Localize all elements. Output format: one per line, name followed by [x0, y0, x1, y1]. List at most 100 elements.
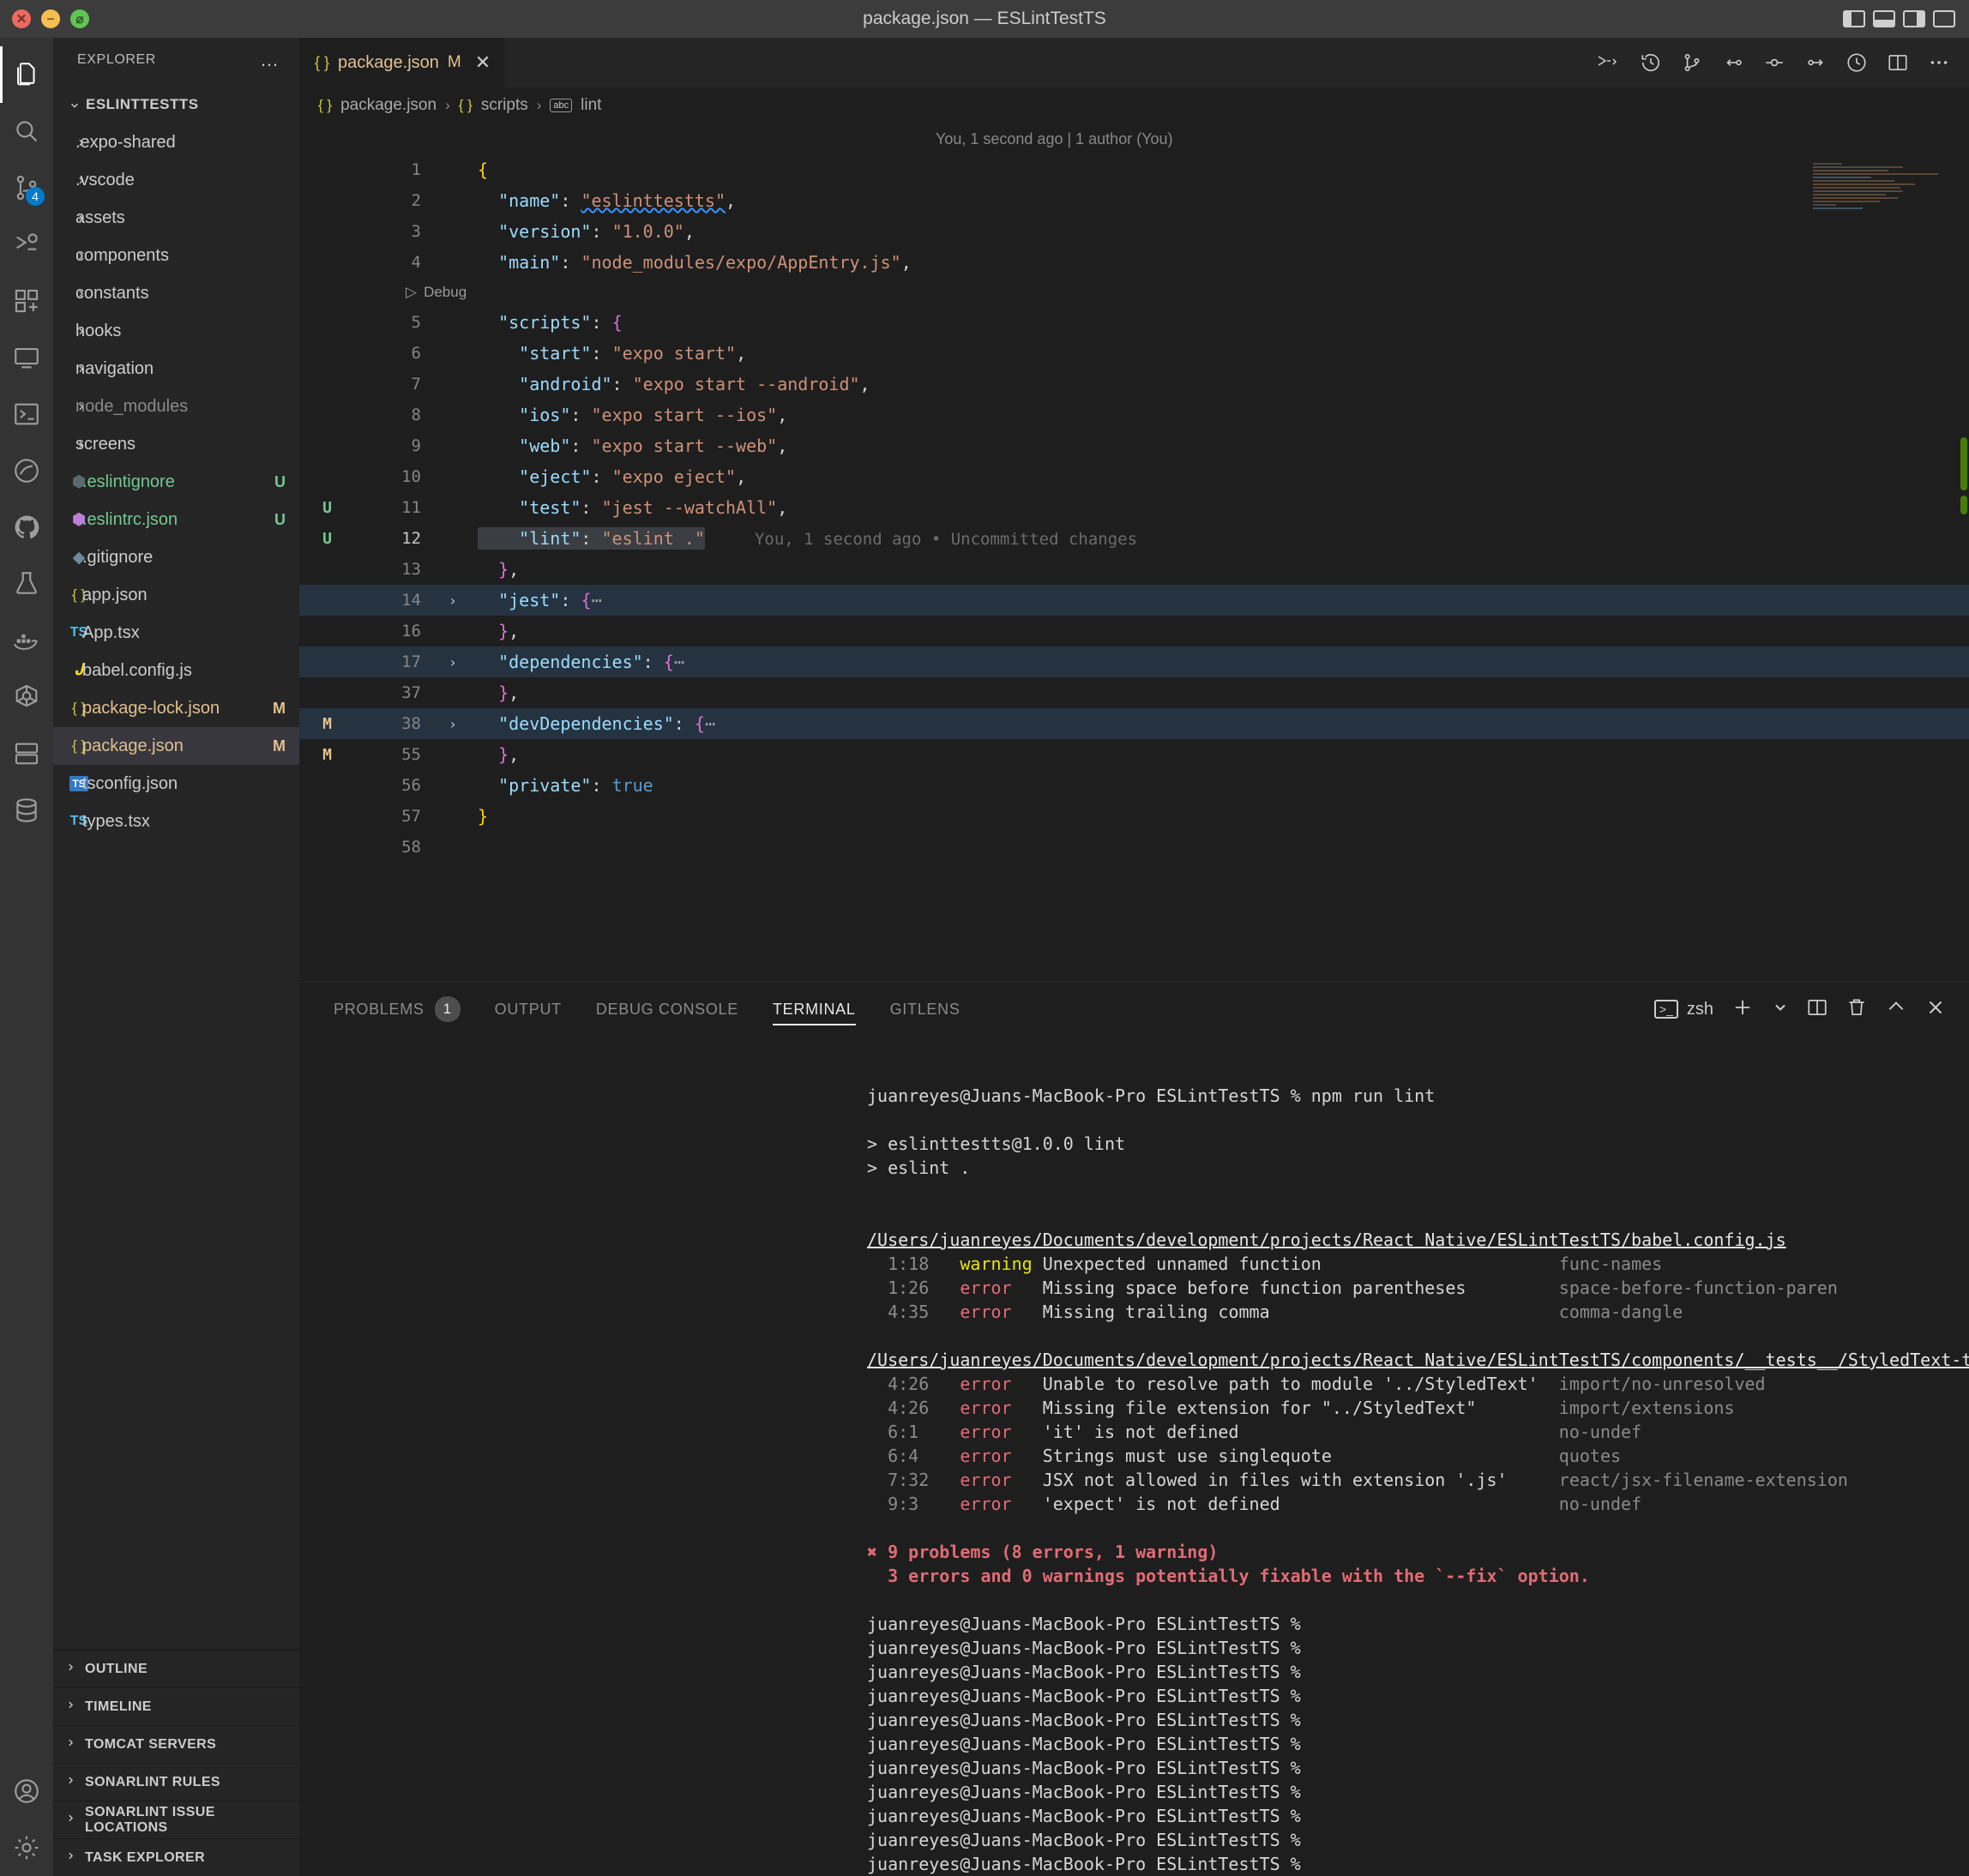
- activity-accounts[interactable]: [0, 1763, 53, 1819]
- code-text[interactable]: "name": "eslinttestts",: [466, 190, 736, 211]
- panel-tabs[interactable]: PROBLEMS 1 OUTPUT DEBUG CONSOLE TERMINAL GITL…: [299, 983, 1969, 1036]
- debug-codelens[interactable]: ▷ Debug: [299, 278, 1969, 307]
- tree-item-package-lock-json[interactable]: { } package-lock.json M: [53, 689, 299, 727]
- tree-item-vscode[interactable]: .vscode: [53, 161, 299, 199]
- tree-item-node-modules[interactable]: node_modules: [53, 388, 299, 425]
- code-text[interactable]: "lint": "eslint ." You, 1 second ago • Un…: [466, 527, 1137, 550]
- tree-item-screens[interactable]: screens: [53, 425, 299, 463]
- code-line-4[interactable]: 4 "main": "node_modules/expo/AppEntry.js…: [299, 247, 1969, 278]
- code-line-13[interactable]: 13 },: [299, 554, 1969, 585]
- debug-codelens-label[interactable]: Debug: [424, 284, 467, 301]
- code-line-38[interactable]: M 38 › "devDependencies": {⋯: [299, 708, 1969, 739]
- close-window-button[interactable]: ✕: [12, 9, 31, 28]
- terminal-shell-selector[interactable]: >_ zsh: [1653, 1000, 1713, 1019]
- new-terminal-icon[interactable]: [1731, 995, 1755, 1024]
- chevron-right-icon[interactable]: [53, 134, 84, 151]
- code-lines[interactable]: 1{2 "name": "eslinttestts", 3 "version": …: [299, 154, 1969, 982]
- breadcrumb-item-file[interactable]: package.json: [340, 96, 437, 115]
- tree-item-types-tsx[interactable]: TS types.tsx: [53, 803, 299, 840]
- panel-tab-gitlens[interactable]: GITLENS: [873, 983, 978, 1036]
- code-line-16[interactable]: 16 },: [299, 616, 1969, 646]
- code-line-56[interactable]: 56 "private": true: [299, 770, 1969, 801]
- sidebar-section-outline[interactable]: OUTLINE: [53, 1650, 299, 1687]
- tree-item-eslintignore[interactable]: ⬢ .eslintignore U: [53, 463, 299, 501]
- activity-explorer[interactable]: [0, 46, 53, 103]
- code-text[interactable]: "eject": "expo eject",: [466, 466, 746, 487]
- chevron-right-icon[interactable]: [53, 209, 84, 226]
- activity-testing[interactable]: [0, 556, 53, 612]
- code-text[interactable]: "devDependencies": {⋯: [466, 713, 715, 734]
- kill-terminal-icon[interactable]: [1846, 996, 1868, 1023]
- activity-extensions[interactable]: [0, 273, 53, 329]
- activity-tomcat[interactable]: [0, 725, 53, 782]
- tree-item-babel-config-js[interactable]: 𝐉babel.config.js: [53, 652, 299, 689]
- customize-layout-icon[interactable]: [1933, 10, 1955, 27]
- tree-item-assets[interactable]: assets: [53, 199, 299, 237]
- explorer-more-actions-icon[interactable]: …: [260, 51, 280, 69]
- chevron-right-icon[interactable]: [53, 247, 84, 264]
- code-line-17[interactable]: 17 › "dependencies": {⋯: [299, 646, 1969, 677]
- activity-search[interactable]: [0, 103, 53, 159]
- code-text[interactable]: "main": "node_modules/expo/AppEntry.js",: [466, 252, 912, 273]
- code-line-55[interactable]: M 55 },: [299, 739, 1969, 770]
- panel-tab-problems[interactable]: PROBLEMS 1: [316, 983, 478, 1036]
- code-text[interactable]: "scripts": {: [466, 312, 623, 333]
- activity-github[interactable]: [0, 499, 53, 556]
- sidebar-section-tomcat-servers[interactable]: TOMCAT SERVERS: [53, 1725, 299, 1763]
- fold-toggle-icon[interactable]: ›: [440, 716, 466, 732]
- tree-item-navigation[interactable]: navigation: [53, 350, 299, 388]
- close-panel-icon[interactable]: [1924, 996, 1947, 1023]
- close-icon[interactable]: ✕: [475, 51, 491, 74]
- commit-icon[interactable]: [1763, 51, 1785, 74]
- code-text[interactable]: "web": "expo start --web",: [466, 436, 787, 456]
- code-line-10[interactable]: 10 "eject": "expo eject",: [299, 461, 1969, 492]
- file-tree[interactable]: ESLINTTESTTS .expo-shared .vscode assets co…: [53, 82, 299, 1649]
- chevron-right-icon[interactable]: [53, 171, 84, 189]
- code-text[interactable]: {: [466, 159, 488, 180]
- sidebar-section-sonarlint-issue-locations[interactable]: SONARLINT ISSUE LOCATIONS: [53, 1801, 299, 1838]
- chevron-right-icon[interactable]: [53, 360, 84, 377]
- source-control-graph-icon[interactable]: [1681, 51, 1703, 74]
- timeline-icon[interactable]: [1640, 51, 1662, 74]
- more-actions-icon[interactable]: [1928, 51, 1950, 74]
- code-text[interactable]: "android": "expo start --android",: [466, 374, 870, 394]
- chevron-right-icon[interactable]: [53, 285, 84, 302]
- chevron-right-icon[interactable]: [53, 398, 84, 415]
- activity-kubernetes[interactable]: [0, 669, 53, 725]
- panel-tab-debug-console[interactable]: DEBUG CONSOLE: [579, 983, 756, 1036]
- tree-item-eslintrc-json[interactable]: ⬢ .eslintrc.json U: [53, 501, 299, 538]
- sidebar-section-timeline[interactable]: TIMELINE: [53, 1687, 299, 1725]
- code-text[interactable]: }: [466, 806, 488, 827]
- fold-toggle-icon[interactable]: ›: [440, 654, 466, 670]
- code-line-2[interactable]: 2 "name": "eslinttestts",: [299, 185, 1969, 216]
- code-text[interactable]: "ios": "expo start --ios",: [466, 405, 787, 425]
- fold-toggle-icon[interactable]: ›: [440, 592, 466, 609]
- code-text[interactable]: "dependencies": {⋯: [466, 652, 684, 672]
- activity-terminal[interactable]: [0, 386, 53, 442]
- minimap[interactable]: [1813, 161, 1959, 264]
- terminal-file-path[interactable]: /Users/juanreyes/Documents/development/p…: [299, 1348, 1969, 1372]
- tree-item-package-json[interactable]: { } package.json M: [53, 727, 299, 765]
- terminal-output[interactable]: juanreyes@Juans-MacBook-Pro ESLintTestTS…: [299, 1036, 1969, 1876]
- code-text[interactable]: },: [466, 559, 519, 580]
- split-editor-icon[interactable]: [1887, 51, 1909, 74]
- zoom-window-button[interactable]: ⌀: [70, 9, 89, 28]
- code-line-5[interactable]: 5 "scripts": {: [299, 307, 1969, 338]
- code-line-14[interactable]: 14 › "jest": {⋯: [299, 585, 1969, 616]
- tab-package-json[interactable]: { } package.json M ✕: [299, 38, 506, 87]
- maximize-panel-icon[interactable]: [1885, 996, 1907, 1023]
- chevron-right-icon[interactable]: [53, 436, 84, 453]
- terminal-dropdown-icon[interactable]: [1772, 999, 1789, 1020]
- code-line-11[interactable]: U 11 "test": "jest --watchAll",: [299, 492, 1969, 523]
- code-text[interactable]: "jest": {⋯: [466, 590, 601, 610]
- tree-item-gitignore[interactable]: ◆ .gitignore: [53, 538, 299, 576]
- tree-item-tsconfig-json[interactable]: TS tsconfig.json: [53, 765, 299, 803]
- code-line-37[interactable]: 37 },: [299, 677, 1969, 708]
- toggle-primary-sidebar-icon[interactable]: [1843, 10, 1865, 27]
- terminal-file-path[interactable]: /Users/juanreyes/Documents/development/p…: [299, 1228, 1969, 1252]
- code-line-9[interactable]: 9 "web": "expo start --web",: [299, 430, 1969, 461]
- tree-item-constants[interactable]: constants: [53, 274, 299, 312]
- code-line-58[interactable]: 58: [299, 832, 1969, 863]
- gitlens-icon[interactable]: [1846, 51, 1868, 74]
- tree-item-components[interactable]: components: [53, 237, 299, 274]
